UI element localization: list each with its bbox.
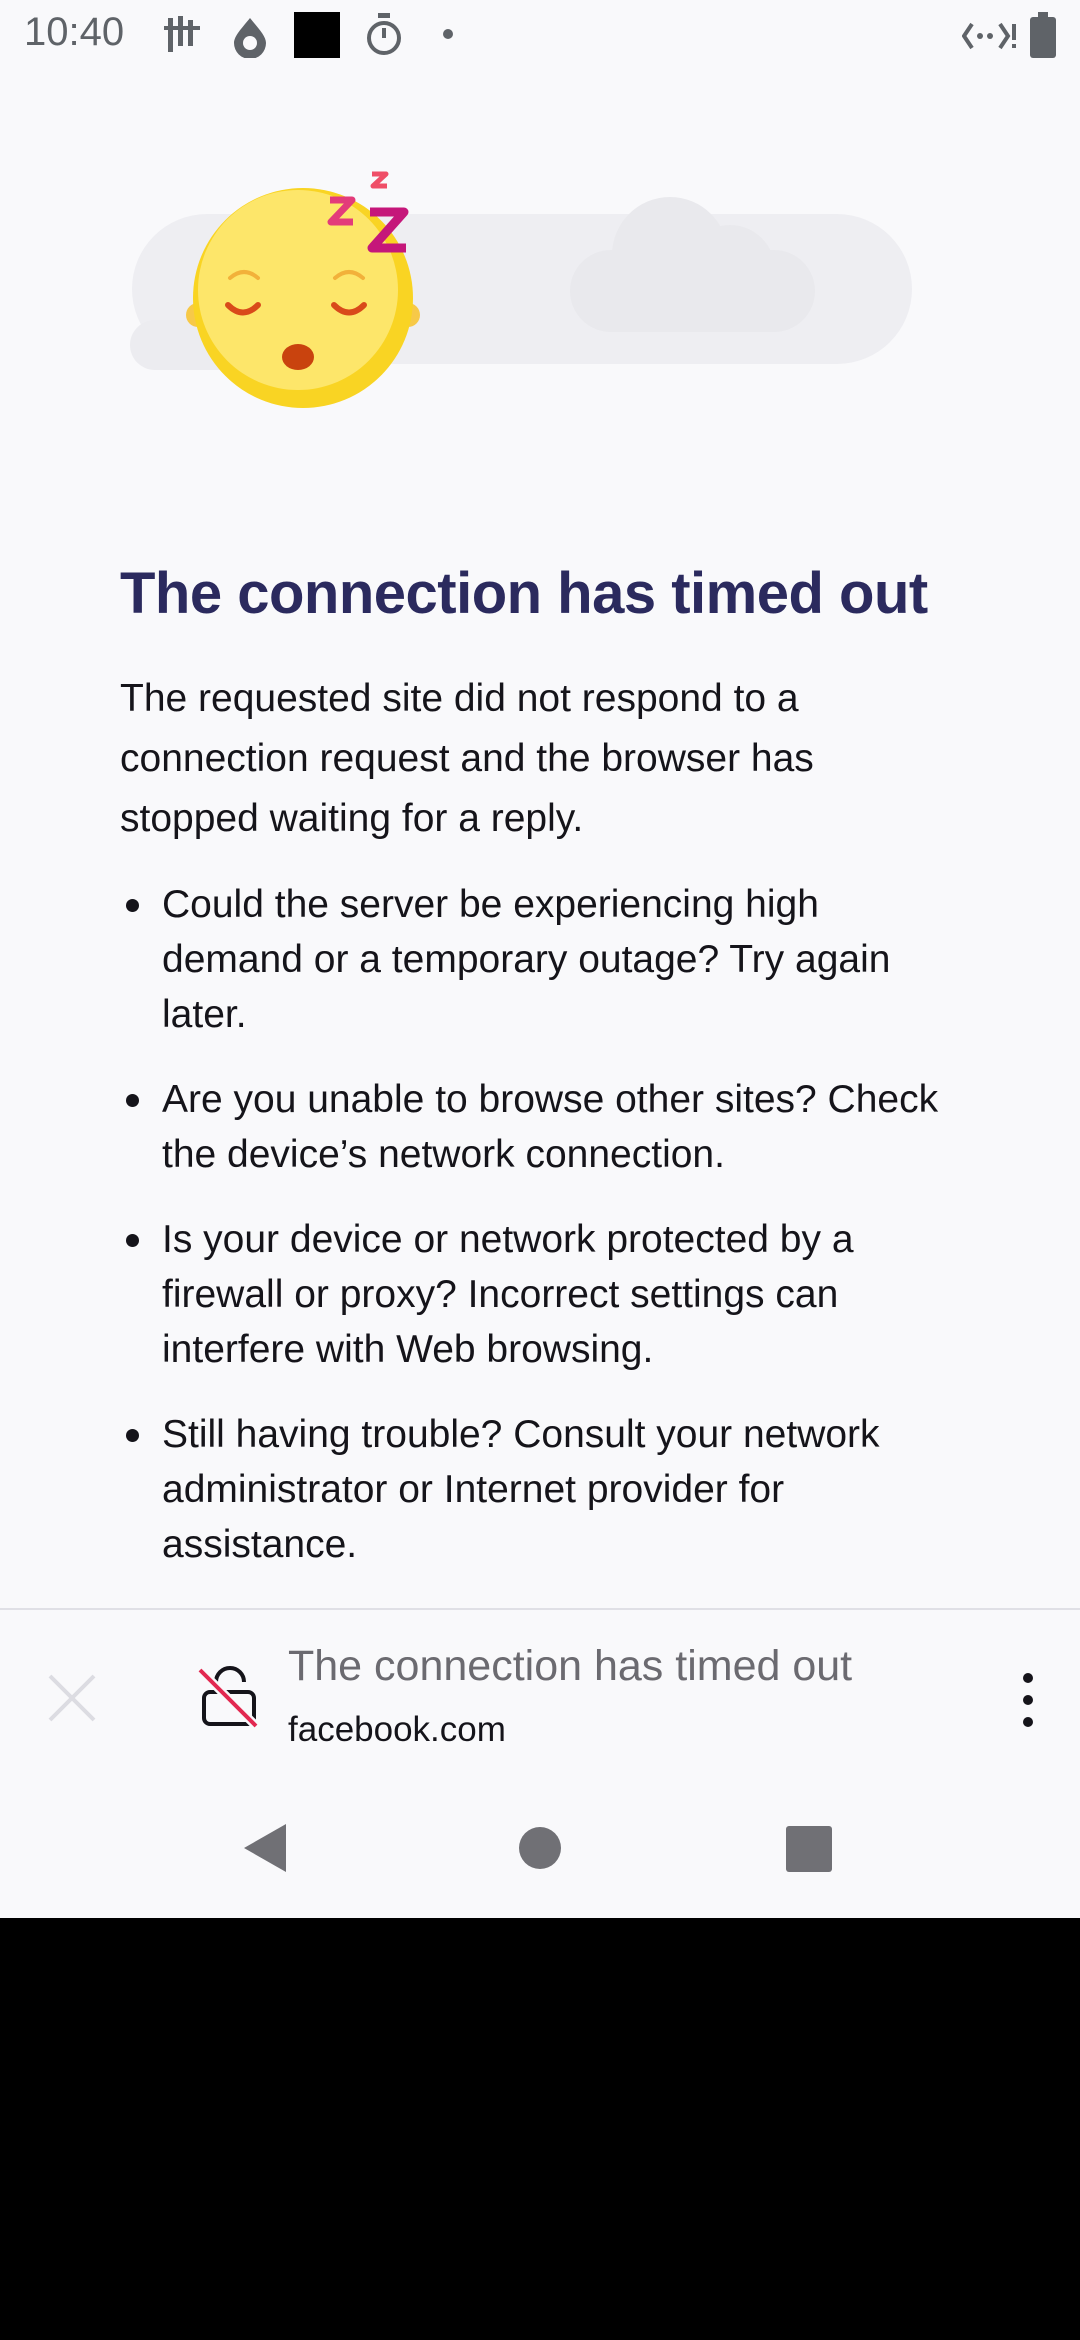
bullet-icon xyxy=(126,1429,139,1442)
bullet-icon xyxy=(126,1094,139,1107)
data-transfer-icon xyxy=(962,22,1016,50)
battery-icon xyxy=(1030,12,1056,58)
suggestion-text: Could the server be experiencing high de… xyxy=(162,883,891,1036)
error-title: The connection has timed out xyxy=(120,561,928,626)
suggestion-list: Could the server be experiencing high de… xyxy=(120,877,960,1572)
error-description: The requested site did not respond to a … xyxy=(120,677,814,840)
signal-bars-icon xyxy=(164,16,200,52)
suggestion-text: Is your device or network protected by a… xyxy=(162,1218,854,1371)
more-vert-icon[interactable] xyxy=(1010,1668,1046,1732)
status-bar: 10:40 xyxy=(0,0,1080,72)
dot-icon xyxy=(443,29,453,39)
black-square-icon xyxy=(294,12,340,58)
suggestion-item: Is your device or network protected by a… xyxy=(120,1212,960,1377)
status-time: 10:40 xyxy=(24,10,125,54)
insecure-lock-icon[interactable] xyxy=(196,1662,266,1732)
home-icon[interactable] xyxy=(518,1826,562,1870)
back-icon[interactable] xyxy=(242,1822,288,1874)
suggestion-item: Are you unable to browse other sites? Ch… xyxy=(120,1072,960,1182)
suggestion-item: Still having trouble? Consult your netwo… xyxy=(120,1407,960,1572)
suggestion-text: Are you unable to browse other sites? Ch… xyxy=(162,1078,939,1176)
error-content: The connection has timed out The request… xyxy=(120,560,960,1602)
close-icon[interactable] xyxy=(44,1670,100,1726)
sleeping-face-illustration xyxy=(130,171,912,408)
bullet-icon xyxy=(126,1234,139,1247)
timer-icon xyxy=(367,13,401,55)
bullet-icon xyxy=(126,899,139,912)
screen: 10:40 The connection has timed out The r… xyxy=(0,0,1080,1918)
suggestion-item: Could the server be experiencing high de… xyxy=(120,877,960,1042)
suggestion-text: Still having trouble? Consult your netwo… xyxy=(162,1413,880,1566)
recents-icon[interactable] xyxy=(786,1826,832,1872)
browser-toolbar: The connection has timed out facebook.co… xyxy=(0,1608,1080,1770)
toolbar-url[interactable]: facebook.com xyxy=(288,1710,506,1750)
droplet-icon xyxy=(234,18,266,58)
navigation-bar xyxy=(0,1770,1080,1918)
toolbar-page-title[interactable]: The connection has timed out xyxy=(288,1642,852,1691)
